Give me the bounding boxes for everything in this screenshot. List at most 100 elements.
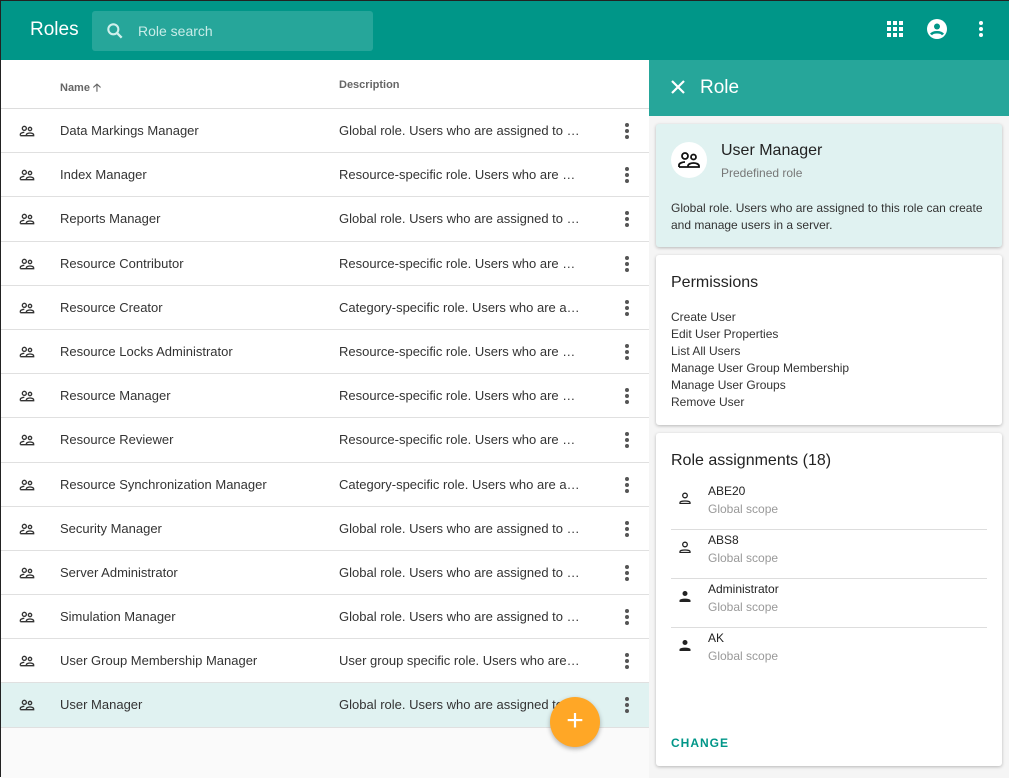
row-more-icon[interactable] xyxy=(619,431,635,449)
column-header-name[interactable]: Name 🡡 xyxy=(60,79,101,98)
sort-ascending-icon: 🡡 xyxy=(93,82,101,94)
assignee-name: ABS8 xyxy=(708,533,739,547)
role-assignments-card: Role assignments (18) ABE20 Global scope… xyxy=(656,433,1002,766)
permission-item: List All Users xyxy=(671,344,741,358)
role-name-cell: User Group Membership Manager xyxy=(60,653,258,669)
group-icon xyxy=(19,566,35,583)
table-row[interactable]: Resource Creator Category-specific role.… xyxy=(1,285,649,330)
table-row[interactable]: Index Manager Resource-specific role. Us… xyxy=(1,153,649,198)
role-name-cell: Resource Manager xyxy=(60,388,171,404)
person-outline-icon xyxy=(679,540,691,558)
row-more-icon[interactable] xyxy=(619,520,635,538)
table-row[interactable]: Resource Contributor Resource-specific r… xyxy=(1,241,649,286)
table-row[interactable]: Security Manager Global role. Users who … xyxy=(1,506,649,551)
assignment-scope: Global scope xyxy=(708,551,779,565)
table-row[interactable]: Reports Manager Global role. Users who a… xyxy=(1,197,649,242)
table-row[interactable]: Resource Synchronization Manager Categor… xyxy=(1,462,649,507)
row-more-icon[interactable] xyxy=(619,696,635,714)
role-name: User Manager xyxy=(721,142,823,159)
role-description: Global role. Users who are assigned to t… xyxy=(671,201,983,232)
assignments-title: Role assignments (18) xyxy=(671,452,832,469)
role-name-cell: User Manager xyxy=(60,697,143,713)
role-description-cell: User group specific role. Users who are … xyxy=(339,653,581,669)
person-icon xyxy=(679,589,691,607)
row-more-icon[interactable] xyxy=(619,343,635,361)
roles-table: Name 🡡 Description Data Markings Manager… xyxy=(1,60,649,778)
permissions-card: Permissions Create User Edit User Propert… xyxy=(656,255,1002,425)
group-icon xyxy=(19,433,35,450)
role-name-cell: Resource Locks Administrator xyxy=(60,343,233,359)
group-icon xyxy=(19,124,35,141)
panel-header: Role xyxy=(649,60,1009,116)
group-icon xyxy=(19,522,35,539)
group-icon xyxy=(19,168,35,185)
table-row[interactable]: Resource Manager Resource-specific role.… xyxy=(1,374,649,419)
role-detail-panel: Role User Manager Predefined role Global… xyxy=(649,60,1009,778)
role-name-cell: Simulation Manager xyxy=(60,609,176,625)
apps-grid-icon[interactable] xyxy=(885,19,905,39)
panel-title: Role xyxy=(700,77,740,98)
role-summary-card: User Manager Predefined role Global role… xyxy=(656,124,1002,247)
row-more-icon[interactable] xyxy=(619,122,635,140)
table-row[interactable]: Resource Reviewer Resource-specific role… xyxy=(1,418,649,463)
app-bar: Roles xyxy=(1,1,1009,60)
assignment-item[interactable]: ABS8 Global scope xyxy=(671,530,987,579)
role-type: Predefined role xyxy=(721,166,803,180)
search-input[interactable] xyxy=(138,11,358,51)
person-outline-icon xyxy=(679,491,691,509)
assignment-item[interactable]: ABE20 Global scope xyxy=(671,481,987,530)
page-title: Roles xyxy=(30,19,79,40)
row-more-icon[interactable] xyxy=(619,608,635,626)
table-row[interactable]: Server Administrator Global role. Users … xyxy=(1,550,649,596)
assignment-scope: Global scope xyxy=(708,600,779,614)
role-description-cell: Global role. Users who are assigned to t… xyxy=(339,123,581,138)
table-row[interactable]: User Group Membership Manager User group… xyxy=(1,639,649,684)
name-header-label: Name xyxy=(60,82,90,94)
permissions-title: Permissions xyxy=(671,274,759,291)
role-description-cell: Resource-specific role. Users who are as… xyxy=(339,167,581,183)
assignment-item[interactable]: Administrator Global scope xyxy=(671,579,987,628)
group-icon xyxy=(19,654,35,671)
group-icon xyxy=(19,698,35,715)
table-header: Name 🡡 Description xyxy=(1,60,649,109)
role-name-cell: Resource Reviewer xyxy=(60,432,174,448)
role-name-cell: Data Markings Manager xyxy=(60,123,199,138)
role-description-cell: Global role. Users who are assigned to t… xyxy=(339,520,581,536)
column-header-description[interactable]: Description xyxy=(339,79,400,91)
row-more-icon[interactable] xyxy=(619,387,635,405)
assignment-scope: Global scope xyxy=(708,649,779,663)
more-vert-icon[interactable] xyxy=(971,19,991,39)
add-role-button[interactable]: + xyxy=(550,697,600,747)
row-more-icon[interactable] xyxy=(619,476,635,494)
row-more-icon[interactable] xyxy=(619,210,635,228)
row-more-icon[interactable] xyxy=(619,299,635,317)
role-name-cell: Resource Contributor xyxy=(60,255,184,271)
permission-item: Manage User Group Membership xyxy=(671,361,850,375)
table-row[interactable]: Simulation Manager Global role. Users wh… xyxy=(1,595,649,640)
row-more-icon[interactable] xyxy=(619,652,635,670)
permission-item: Edit User Properties xyxy=(671,327,779,341)
group-icon xyxy=(19,257,35,274)
row-more-icon[interactable] xyxy=(619,255,635,273)
table-row[interactable]: Data Markings Manager Global role. Users… xyxy=(1,109,649,154)
account-circle-icon[interactable] xyxy=(927,19,947,39)
role-description-cell: Global role. Users who are assigned to t… xyxy=(339,609,581,625)
search-box[interactable] xyxy=(92,11,373,51)
row-more-icon[interactable] xyxy=(619,564,635,582)
role-avatar xyxy=(671,142,707,178)
role-description-cell: Resource-specific role. Users who are as… xyxy=(339,343,581,359)
row-more-icon[interactable] xyxy=(619,166,635,184)
close-icon[interactable] xyxy=(669,78,687,96)
role-description-cell: Resource-specific role. Users who are as… xyxy=(339,255,581,271)
assignee-name: ABE20 xyxy=(708,484,746,498)
table-row[interactable]: Resource Locks Administrator Resource-sp… xyxy=(1,329,649,375)
assignment-scope: Global scope xyxy=(708,502,779,516)
permission-item: Remove User xyxy=(671,395,745,409)
role-name-cell: Resource Synchronization Manager xyxy=(60,476,267,492)
role-name-cell: Security Manager xyxy=(60,520,162,536)
change-button[interactable]: CHANGE xyxy=(671,736,729,750)
permissions-list: Create User Edit User Properties List All … xyxy=(671,309,849,411)
role-description-cell: Global role. Users who are assigned to t… xyxy=(339,697,581,713)
group-icon xyxy=(19,301,35,318)
assignment-item[interactable]: AK Global scope xyxy=(671,628,987,677)
